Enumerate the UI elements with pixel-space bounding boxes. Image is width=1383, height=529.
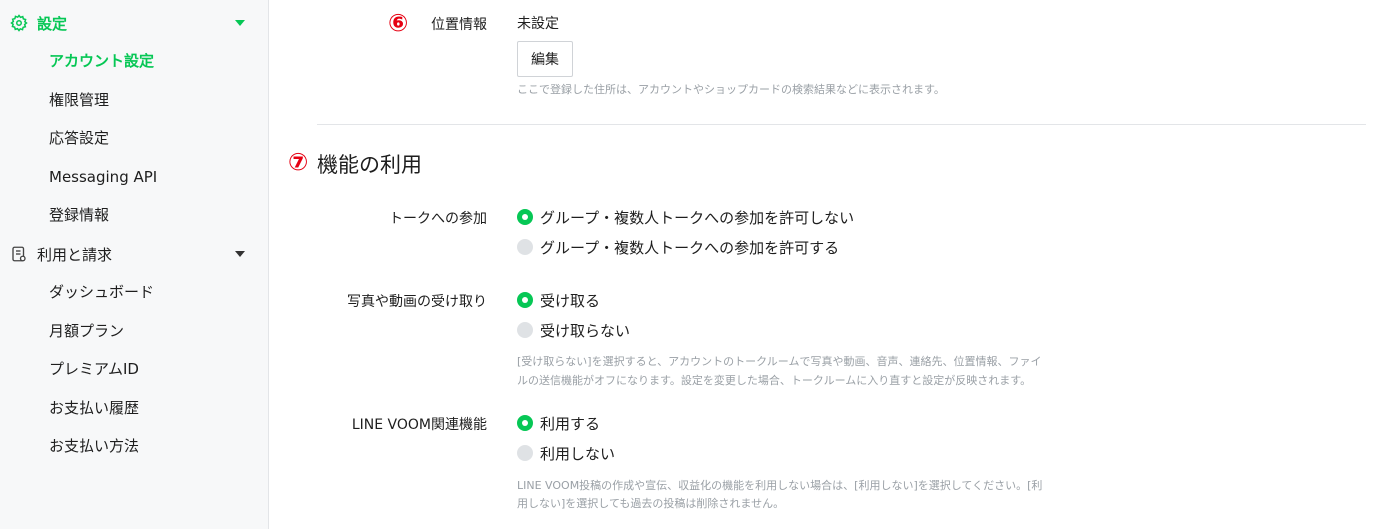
radio-label: グループ・複数人トークへの参加を許可する [540,238,840,257]
media-receive-help-line-2: ルの送信機能がオフになります。設定を変更した場合、トークルームに入り直すと設定が… [517,374,1032,387]
voom-option-use[interactable]: 利用する [517,413,600,433]
media-receive-label: 写真や動画の受け取り [347,294,487,310]
radio-label: 利用する [540,414,601,433]
radio-label: 利用しない [540,444,616,463]
divider [317,124,1366,125]
sidebar-item-permissions[interactable]: 権限管理 [49,89,109,111]
sidebar-item-account-settings[interactable]: アカウント設定 [49,50,154,72]
talk-join-label: トークへの参加 [389,211,487,227]
voom-help-line-2: 用しない]を選択しても過去の投稿は削除されません。 [517,497,785,510]
radio-label: グループ・複数人トークへの参加を許可しない [540,208,855,227]
location-value: 未設定 [517,16,559,32]
document-icon [9,244,29,264]
radio-unselected[interactable] [517,239,533,255]
annotation-marker-7: ⑦ [288,148,309,176]
annotation-marker-6: ⑥ [388,9,409,37]
sidebar-section-label: 設定 [37,14,68,33]
sidebar-section-label: 利用と請求 [37,245,113,264]
sidebar-item-registration-info[interactable]: 登録情報 [49,204,109,226]
sidebar-item-premium-id[interactable]: プレミアムID [49,358,139,380]
sidebar-item-messaging-api[interactable]: Messaging API [49,166,157,188]
media-receive-option-not-receive[interactable]: 受け取らない [517,320,630,340]
sidebar-item-payment-history[interactable]: お支払い履歴 [49,397,139,419]
section-title: 機能の利用 [317,153,422,177]
radio-unselected[interactable] [517,445,533,461]
radio-label: 受け取らない [540,321,631,340]
sidebar-item-payment-method[interactable]: お支払い方法 [49,435,139,457]
main-content: ⑥ 位置情報 未設定 編集 ここで登録した住所は、アカウントやショップカードの検… [270,0,1383,529]
gear-icon [9,13,29,33]
location-label: 位置情報 [431,17,487,33]
media-receive-help-line-1: [受け取らない]を選択すると、アカウントのトークルームで写真や動画、音声、連絡先… [517,355,1042,368]
radio-unselected[interactable] [517,322,533,338]
chevron-down-icon [235,251,245,257]
edit-button[interactable]: 編集 [517,41,573,77]
sidebar-item-dashboard[interactable]: ダッシュボード [49,281,154,303]
sidebar: 設定 アカウント設定 権限管理 応答設定 Messaging API 登録情報 … [0,0,269,529]
chevron-down-icon [235,20,245,26]
sidebar-section-settings[interactable]: 設定 [9,12,245,34]
voom-option-not-use[interactable]: 利用しない [517,443,615,463]
talk-join-option-allow[interactable]: グループ・複数人トークへの参加を許可する [517,237,839,257]
media-receive-option-receive[interactable]: 受け取る [517,290,600,310]
voom-label: LINE VOOM関連機能 [351,417,487,433]
sidebar-section-billing[interactable]: 利用と請求 [9,243,245,265]
location-help-text: ここで登録した住所は、アカウントやショップカードの検索結果などに表示されます。 [517,83,945,96]
sidebar-item-response-settings[interactable]: 応答設定 [49,127,109,149]
radio-selected[interactable] [517,415,533,431]
talk-join-option-disallow[interactable]: グループ・複数人トークへの参加を許可しない [517,207,854,227]
sidebar-item-monthly-plan[interactable]: 月額プラン [49,320,124,342]
voom-help-line-1: LINE VOOM投稿の作成や宣伝、収益化の機能を利用しない場合は、[利用しない… [517,479,1043,492]
radio-selected[interactable] [517,292,533,308]
radio-selected[interactable] [517,209,533,225]
radio-label: 受け取る [540,291,601,310]
